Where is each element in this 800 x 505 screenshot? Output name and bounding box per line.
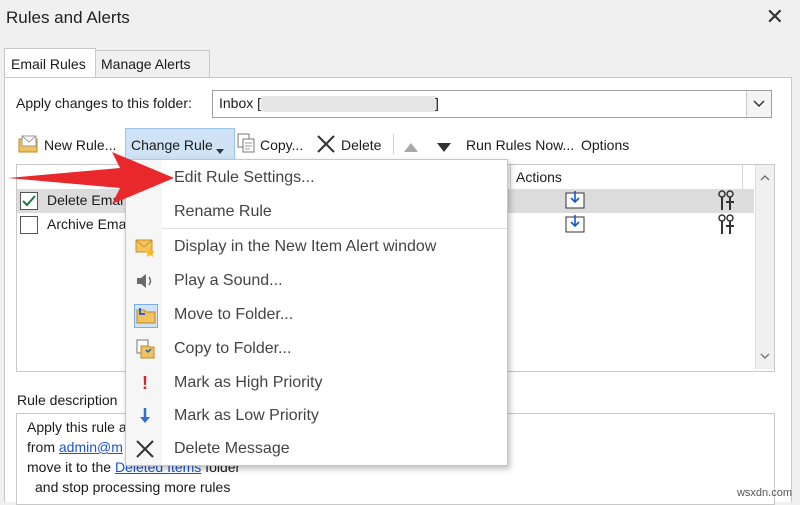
- menu-item-play-sound[interactable]: Play a Sound...: [126, 265, 507, 297]
- exclamation-icon: !: [142, 373, 148, 393]
- tab-email-rules[interactable]: Email Rules: [4, 48, 96, 77]
- caret-down-icon: [216, 141, 224, 159]
- apply-folder-label: Apply changes to this folder:: [16, 95, 192, 111]
- change-rule-menu: Edit Rule Settings... Rename Rule Displa…: [125, 159, 508, 466]
- rule-checkbox[interactable]: [20, 216, 38, 234]
- rule-settings-icon[interactable]: [717, 214, 735, 241]
- move-up-icon[interactable]: [404, 139, 418, 157]
- menu-item-label: Play a Sound...: [174, 272, 283, 289]
- move-to-folder-action-icon: [565, 214, 587, 239]
- menu-item-display-alert[interactable]: Display in the New Item Alert window: [126, 231, 507, 263]
- scroll-up-icon[interactable]: [756, 171, 774, 185]
- menu-item-label: Move to Folder...: [174, 306, 294, 323]
- list-scrollbar[interactable]: [755, 165, 774, 369]
- speaker-icon: [134, 270, 156, 292]
- rule-name: Archive Ema: [47, 216, 127, 232]
- watermark: wsxdn.com: [736, 487, 792, 499]
- menu-separator: [162, 228, 507, 229]
- down-arrow-icon: [134, 405, 156, 427]
- run-rules-now-button[interactable]: Run Rules Now...: [466, 136, 574, 154]
- menu-item-edit-rule-settings[interactable]: Edit Rule Settings...: [126, 162, 507, 194]
- menu-item-label: Mark as Low Priority: [174, 407, 319, 424]
- menu-item-label: Delete Message: [174, 440, 290, 457]
- folder-value: Inbox [: [219, 95, 262, 111]
- redacted-folder-name: [261, 96, 437, 112]
- folder-value-end: ]: [435, 95, 439, 111]
- menu-item-label: Display in the New Item Alert window: [174, 238, 437, 255]
- toolbar-divider: [393, 134, 394, 154]
- folder-select[interactable]: Inbox [ ]: [212, 90, 772, 118]
- description-line: Apply this rule a: [27, 419, 127, 435]
- window-title: Rules and Alerts: [6, 8, 130, 27]
- menu-item-label: Rename Rule: [174, 203, 272, 220]
- column-divider: [510, 165, 511, 189]
- menu-item-label: Edit Rule Settings...: [174, 169, 315, 186]
- sender-link[interactable]: admin@m: [59, 439, 123, 455]
- red-pointer-arrow-icon: [8, 150, 176, 206]
- chevron-down-icon[interactable]: [746, 91, 771, 117]
- actions-column-header: Actions: [516, 169, 562, 185]
- menu-item-delete-message[interactable]: Delete Message: [126, 433, 507, 465]
- description-text: move it to the: [27, 459, 115, 475]
- tab-manage-alerts[interactable]: Manage Alerts: [94, 50, 210, 77]
- envelope-star-icon: [134, 236, 156, 258]
- description-line: from admin@m: [27, 437, 123, 457]
- menu-item-copy-to-folder[interactable]: Copy to Folder...: [126, 333, 507, 365]
- menu-item-high-priority[interactable]: ! Mark as High Priority: [126, 367, 507, 399]
- menu-item-label: Mark as High Priority: [174, 374, 323, 391]
- rule-description-label: Rule description: [17, 392, 118, 408]
- delete-x-icon: [316, 134, 336, 154]
- x-icon: [134, 438, 156, 460]
- copy-button[interactable]: Copy...: [260, 136, 303, 154]
- delete-button[interactable]: Delete: [341, 136, 381, 154]
- scroll-down-icon[interactable]: [756, 349, 774, 363]
- menu-item-move-to-folder[interactable]: Move to Folder...: [126, 299, 507, 331]
- copy-folder-icon: [134, 338, 156, 360]
- description-text: from: [27, 439, 59, 455]
- close-button[interactable]: ✕: [766, 6, 784, 28]
- move-to-folder-action-icon: [565, 190, 587, 215]
- description-line: and stop processing more rules: [35, 479, 231, 495]
- move-folder-icon: [134, 304, 158, 328]
- column-divider: [742, 165, 743, 189]
- options-button[interactable]: Options: [581, 136, 629, 154]
- menu-item-rename-rule[interactable]: Rename Rule: [126, 196, 507, 228]
- menu-item-label: Copy to Folder...: [174, 340, 292, 357]
- menu-item-low-priority[interactable]: Mark as Low Priority: [126, 400, 507, 432]
- move-down-icon[interactable]: [437, 139, 451, 157]
- copy-icon: [236, 132, 256, 154]
